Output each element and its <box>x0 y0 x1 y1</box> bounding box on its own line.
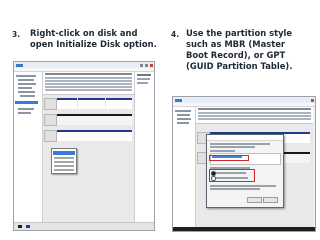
disk-selection-highlight-box <box>209 155 249 161</box>
taskbar <box>173 227 315 231</box>
disk-0-partition[interactable] <box>78 98 105 109</box>
dialog-note <box>210 185 276 187</box>
step-3-instruction: Right-click on disk and open Initialize … <box>30 28 157 50</box>
step-3-number: 3. <box>12 30 21 39</box>
minimize-icon[interactable] <box>140 63 143 67</box>
cd-rom-partition[interactable] <box>57 130 132 141</box>
ok-button[interactable] <box>247 197 262 203</box>
volume-header-row[interactable] <box>198 108 311 110</box>
tree-item[interactable] <box>18 87 32 89</box>
step-3-line-1: Right-click on disk and <box>30 28 138 38</box>
context-menu-item[interactable] <box>54 157 74 159</box>
tree-item[interactable] <box>18 91 35 93</box>
step-3-line-2: open Initialize Disk option. <box>30 39 157 49</box>
console-tree-pane[interactable] <box>14 72 43 222</box>
tree-item[interactable] <box>16 75 36 77</box>
disk-management-screenshot <box>13 61 155 231</box>
partition-style-highlight-box <box>209 169 255 182</box>
tree-item[interactable] <box>177 118 191 120</box>
volume-row[interactable] <box>45 89 132 91</box>
legend-primary-swatch <box>26 225 30 228</box>
volume-list-pane[interactable] <box>196 107 313 124</box>
dialog-instruction <box>210 143 270 145</box>
step-4-line-1: Use the partition style <box>186 28 293 38</box>
tree-item[interactable] <box>18 83 36 85</box>
actions-header <box>137 74 151 76</box>
context-menu-item[interactable] <box>54 165 74 167</box>
volume-row[interactable] <box>45 83 132 85</box>
tree-item[interactable] <box>177 122 189 124</box>
close-icon[interactable] <box>150 63 153 67</box>
volume-row[interactable] <box>198 118 311 120</box>
tree-item[interactable] <box>175 110 191 112</box>
cd-rom-label[interactable] <box>44 130 57 142</box>
initialize-disk-dialog[interactable] <box>206 134 284 208</box>
close-icon[interactable] <box>311 98 314 102</box>
volume-header-row[interactable] <box>45 73 132 75</box>
step-4-number: 4. <box>171 30 180 39</box>
dialog-label <box>210 150 235 152</box>
step-4-line-3: Boot Record), or GPT <box>186 50 286 60</box>
tree-item[interactable] <box>18 79 34 81</box>
step-4-instruction: Use the partition style such as MBR (Mas… <box>186 28 292 72</box>
tree-item[interactable] <box>18 108 34 110</box>
action-item[interactable] <box>137 82 148 84</box>
step-4-line-4: (GUID Partition Table). <box>186 61 293 71</box>
disk-1-unallocated[interactable] <box>57 114 132 125</box>
dialog-titlebar <box>207 135 283 141</box>
volume-row[interactable] <box>45 86 132 88</box>
windows-disk-management-icon <box>16 63 23 67</box>
volume-list-pane[interactable] <box>43 72 134 95</box>
initialize-disk-menu-item[interactable] <box>53 151 75 155</box>
action-item[interactable] <box>137 78 150 80</box>
volume-row[interactable] <box>45 77 132 79</box>
disk-1-label[interactable] <box>44 114 57 126</box>
maximize-icon[interactable] <box>145 63 148 67</box>
console-tree-pane[interactable] <box>173 107 196 227</box>
volume-row[interactable] <box>45 80 132 82</box>
legend-unallocated-swatch <box>18 225 22 228</box>
disk-graphical-view[interactable] <box>43 95 134 222</box>
disk-context-menu[interactable] <box>51 148 77 174</box>
windows-disk-management-icon <box>175 98 182 102</box>
volume-row[interactable] <box>198 115 311 117</box>
dialog-instruction <box>210 146 255 148</box>
step-4-line-2: such as MBR (Master <box>186 39 286 49</box>
tree-item[interactable] <box>20 95 35 97</box>
tree-item[interactable] <box>177 114 190 116</box>
context-menu-item[interactable] <box>54 161 74 163</box>
disk-0-partition[interactable] <box>57 98 77 109</box>
disk-0-label[interactable] <box>44 98 57 110</box>
disk-0-partition[interactable] <box>106 98 132 109</box>
actions-pane[interactable] <box>134 72 154 222</box>
volume-row[interactable] <box>198 112 311 114</box>
initialize-disk-screenshot <box>172 96 316 232</box>
cancel-button[interactable] <box>263 197 278 203</box>
tree-item-disk-management-selected[interactable] <box>15 101 38 104</box>
context-menu-item[interactable] <box>54 169 74 171</box>
legend-bar <box>14 222 154 230</box>
tree-item[interactable] <box>18 112 31 114</box>
dialog-note <box>210 188 260 190</box>
